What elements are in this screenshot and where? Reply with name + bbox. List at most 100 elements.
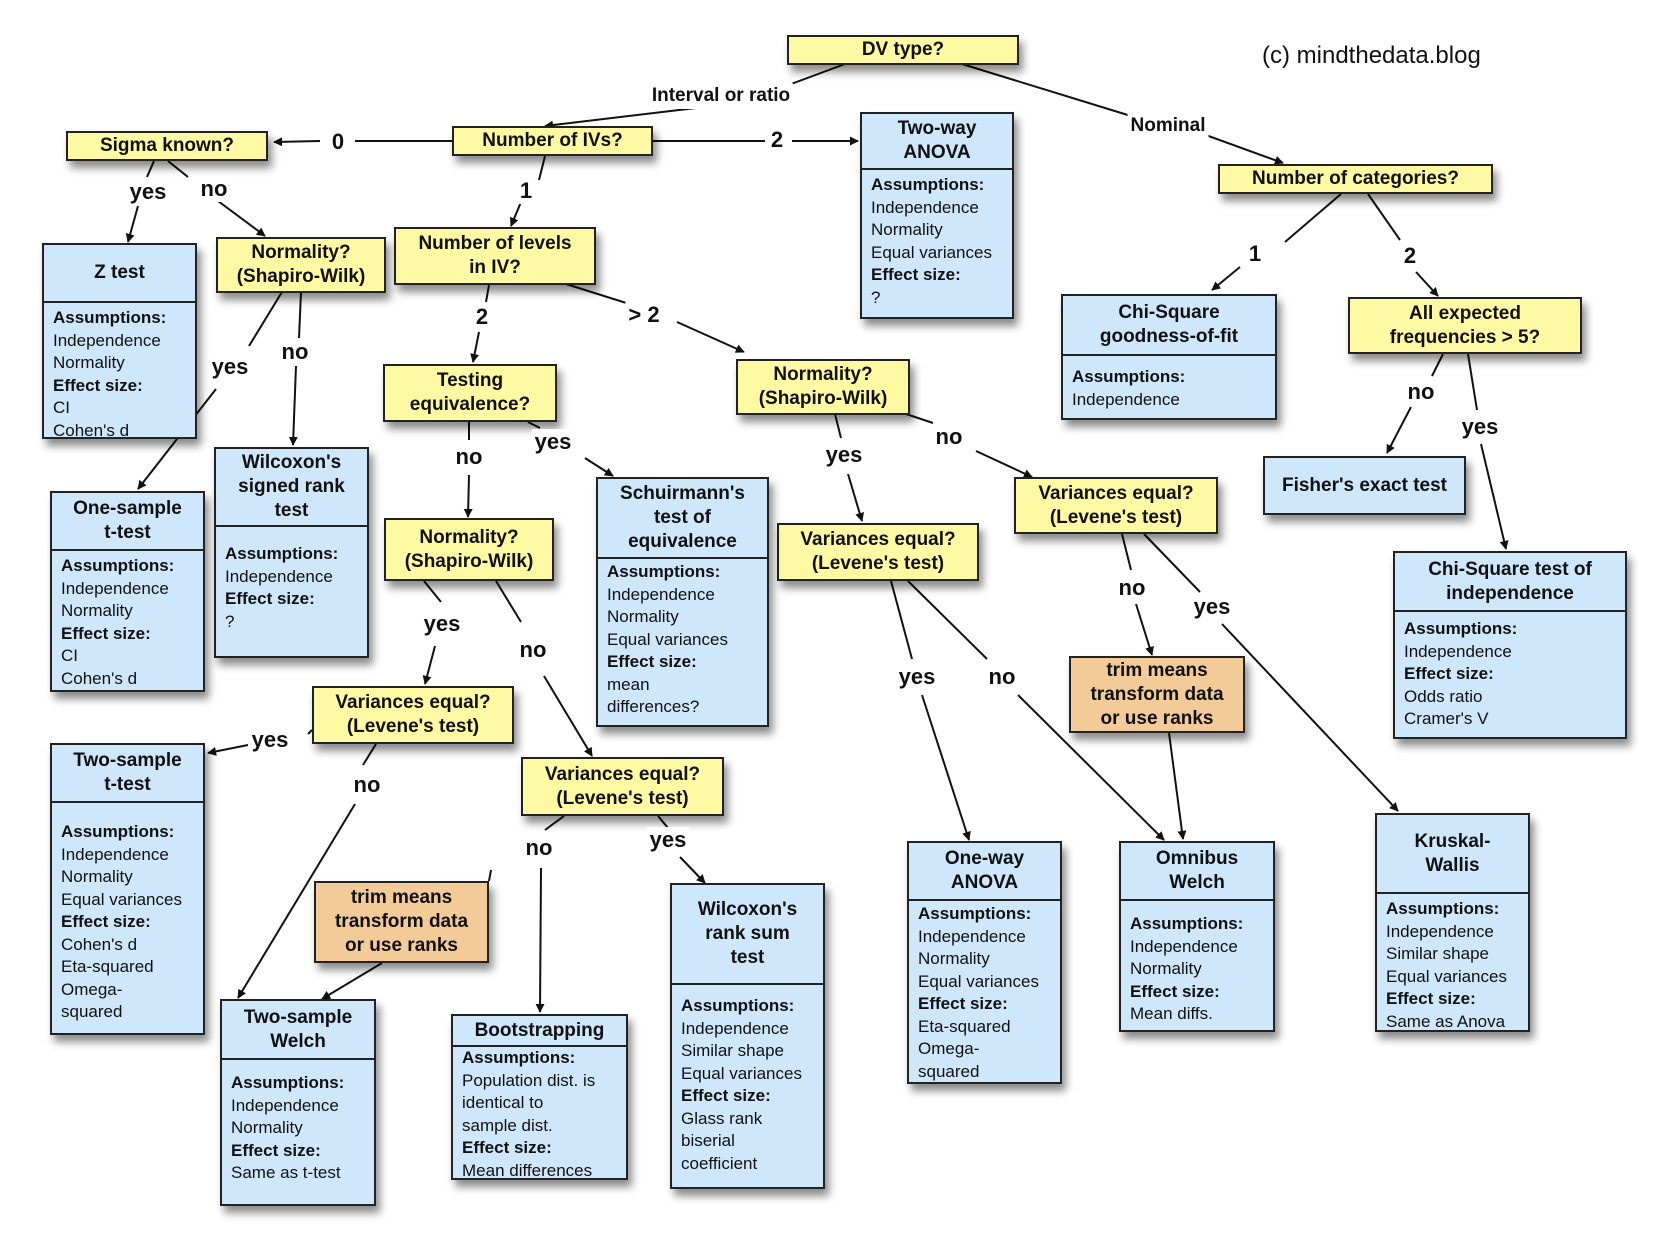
detail-item: Independence	[61, 578, 169, 598]
test-z-test: Z test Assumptions: Independence Normality…	[42, 243, 197, 440]
test-two-way-anova: Two-way ANOVA Assumptions: Independence No…	[860, 112, 1014, 319]
edge-label-ivs-2: 2	[767, 127, 787, 153]
question-testing-equivalence: Testing equivalence?	[383, 364, 557, 422]
test-details: Assumptions: Independence Similar shape Equ…	[1377, 894, 1528, 1033]
test-one-sample-t-test: One-sample t-test Assumptions: Independen…	[50, 491, 205, 692]
detail-item: Normality	[53, 353, 125, 372]
line-connector	[1367, 193, 1401, 241]
detail-item: Independence	[225, 566, 333, 586]
detail-heading: Effect size:	[61, 623, 151, 643]
detail-item: Independence	[231, 1095, 339, 1115]
test-wilcoxon-rank-sum: Wilcoxon's rank sum test Assumptions: Ind…	[670, 883, 825, 1189]
edge-label-variances-left-no: no	[350, 772, 384, 798]
detail-item: Same as t-test	[231, 1163, 341, 1182]
detail-item: Equal variances	[607, 629, 728, 649]
detail-heading: Assumptions:	[61, 556, 175, 575]
test-title: Bootstrapping	[453, 1016, 626, 1047]
test-two-sample-welch: Two-sample Welch Assumptions: Independenc…	[220, 999, 376, 1206]
test-title: Schuirmann's test of equivalence	[598, 479, 767, 559]
detail-item: Cohen's d	[61, 934, 138, 954]
question-number-of-ivs: Number of IVs?	[452, 126, 653, 156]
arrow-connector	[921, 694, 971, 841]
detail-item: Normality	[61, 601, 133, 620]
test-details: Assumptions: Independence Normality Effect …	[222, 1060, 374, 1185]
line-connector	[1143, 533, 1201, 593]
edge-label-sigma-no: no	[197, 176, 231, 202]
detail-heading: Assumptions:	[918, 904, 1032, 923]
detail-item: squared	[918, 1061, 980, 1081]
detail-heading: Assumptions:	[681, 996, 795, 1015]
detail-item: Eta-squared	[61, 957, 154, 976]
edge-label-normality-lower-no: no	[516, 637, 550, 663]
edge-label-normality-middle-yes: yes	[822, 442, 866, 468]
arrow-connector	[463, 474, 473, 518]
test-details: Assumptions: Independence Normality Equal v…	[52, 803, 203, 1024]
edge-label-nominal: Nominal	[1127, 113, 1209, 139]
arrow-connector	[544, 107, 697, 130]
arrow-connector	[207, 744, 249, 756]
question-normality-middle: Normality? (Shapiro-Wilk)	[736, 359, 910, 415]
detail-item: Normality	[918, 949, 990, 968]
detail-item: Normality	[607, 607, 679, 626]
test-bootstrapping: Bootstrapping Assumptions: Population dis…	[451, 1014, 628, 1180]
detail-item: Normality	[871, 220, 943, 239]
detail-heading: Assumptions:	[61, 822, 175, 841]
arrow-connector	[1135, 603, 1154, 656]
test-wilcoxon-signed-rank: Wilcoxon's signed rank test Assumptions:…	[214, 447, 369, 658]
test-details: Assumptions: Independence Similar shape Equ…	[672, 985, 823, 1175]
test-details: Assumptions: Independence Normality Equal v…	[598, 559, 767, 719]
test-title: Two-way ANOVA	[862, 114, 1012, 170]
detail-heading: Effect size:	[53, 375, 143, 395]
line-connector	[248, 291, 283, 347]
test-title: Wilcoxon's signed rank test	[216, 449, 367, 527]
test-details: Assumptions: Independence	[1063, 356, 1275, 411]
detail-item: Independence	[61, 844, 169, 864]
detail-item: Similar shape	[681, 1041, 784, 1060]
arrow-connector	[273, 137, 321, 147]
detail-item: Equal variances	[61, 889, 182, 909]
detail-heading: Effect size:	[61, 912, 151, 931]
question-variances-equal-right: Variances equal? (Levene's test)	[1014, 477, 1218, 534]
detail-item: differences?	[607, 697, 700, 716]
detail-item: Independence	[53, 330, 161, 350]
question-dv-type: DV type?	[787, 35, 1019, 65]
line-connector	[1284, 193, 1342, 243]
question-variances-equal-left: Variances equal? (Levene's test)	[312, 686, 514, 744]
edge-label-equivalence-no: no	[452, 444, 486, 470]
edge-label-variances-right-yes: yes	[1190, 594, 1234, 620]
detail-item: coefficient	[681, 1153, 758, 1173]
detail-heading: Assumptions:	[871, 175, 985, 194]
line-connector	[167, 160, 189, 178]
edge-label-normality-middle-no: no	[932, 424, 966, 450]
detail-item: Omega-	[61, 979, 123, 999]
detail-item: CI	[53, 398, 70, 417]
line-connector	[544, 815, 565, 831]
test-chi-square-goodness-of-fit: Chi-Square goodness-of-fit Assumptions: I…	[1061, 294, 1277, 420]
test-chi-square-independence: Chi-Square test of independence Assumpti…	[1393, 551, 1627, 739]
detail-heading: Effect size:	[681, 1086, 771, 1105]
line-connector	[527, 421, 541, 429]
line-connector	[423, 580, 442, 603]
detail-heading: Effect size:	[1130, 981, 1220, 1001]
edge-label-equivalence-yes: yes	[531, 429, 575, 455]
detail-item: Normality	[61, 867, 133, 886]
test-omnibus-welch: Omnibus Welch Assumptions: Independence No…	[1119, 841, 1275, 1032]
detail-heading: Effect size:	[462, 1138, 552, 1157]
question-all-expected-frequencies: All expected frequencies > 5?	[1348, 297, 1582, 354]
detail-heading: Assumptions:	[1386, 899, 1500, 918]
question-normality-left: Normality? (Shapiro-Wilk)	[216, 237, 386, 293]
test-title: Two-sample Welch	[222, 1001, 374, 1060]
test-details: Assumptions: Independence Effect size:?	[216, 527, 367, 633]
test-title: Wilcoxon's rank sum test	[672, 885, 823, 985]
line-connector	[1121, 533, 1132, 571]
line-connector	[362, 743, 377, 766]
detail-item: Same as Anova	[1386, 1011, 1506, 1031]
line-connector	[485, 284, 490, 303]
detail-item: Independence	[1072, 389, 1180, 409]
arrow-connector	[1480, 443, 1509, 550]
question-sigma-known: Sigma known?	[66, 131, 268, 161]
detail-item: biserial	[681, 1131, 735, 1150]
line-connector	[907, 580, 988, 660]
edge-label-expected-yes: yes	[1458, 414, 1502, 440]
test-title: One-sample t-test	[52, 493, 203, 551]
